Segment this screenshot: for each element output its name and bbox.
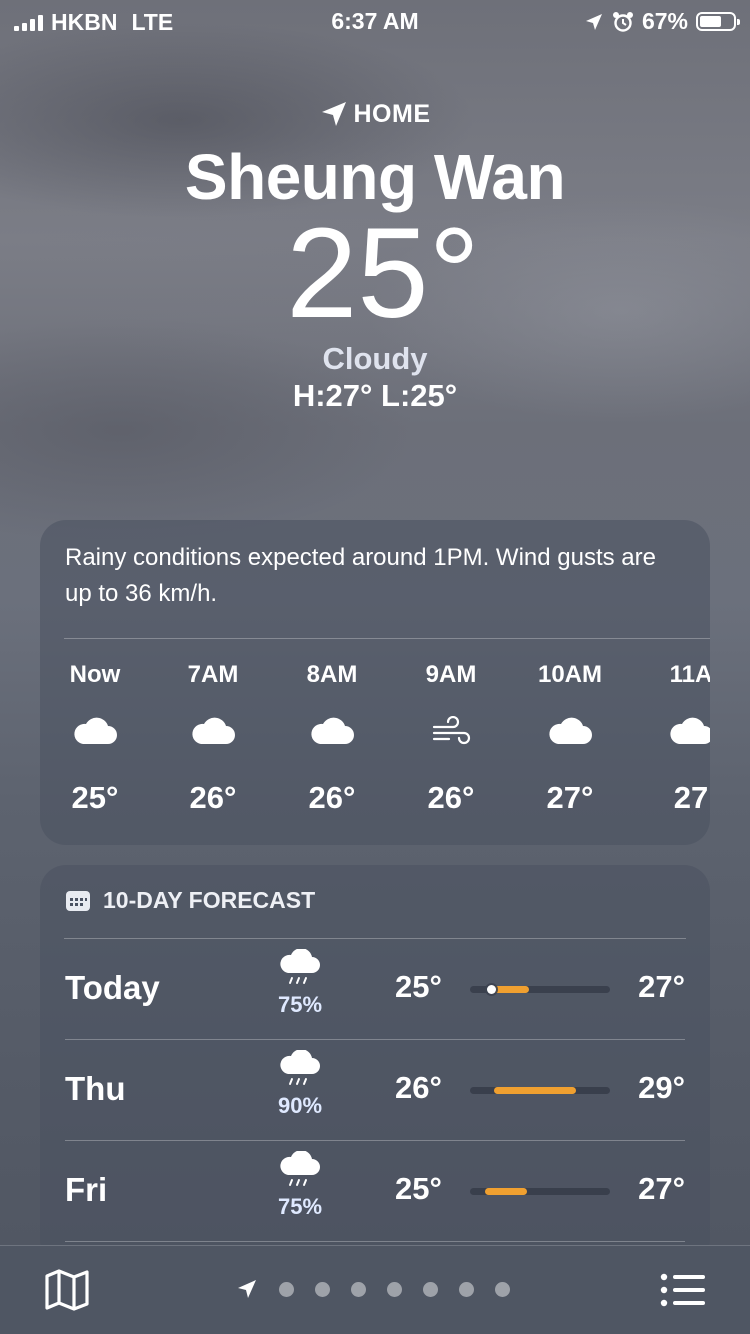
- forecast-row[interactable]: Fri 75% 25° 27°: [65, 1141, 685, 1242]
- page-indicator[interactable]: [236, 1278, 510, 1300]
- precip-block: 75%: [255, 948, 345, 1018]
- divider: [64, 638, 710, 639]
- bottom-toolbar: [0, 1245, 750, 1334]
- home-label: HOME: [353, 99, 431, 128]
- hour-temp: 26°: [308, 780, 356, 815]
- page-dot[interactable]: [315, 1281, 330, 1297]
- temp-range-track: [470, 1087, 610, 1094]
- hour-icon: [515, 716, 625, 756]
- high-temp: 27°: [638, 969, 685, 1004]
- precip-chance: 90%: [277, 1093, 323, 1118]
- location-arrow-icon: [585, 13, 602, 30]
- ten-day-forecast-header: 10-DAY FORECAST: [65, 887, 315, 914]
- temp-range-track: [470, 1188, 610, 1195]
- map-icon[interactable]: [44, 1269, 90, 1311]
- hour-icon: [636, 716, 710, 756]
- hour-item: 9AM 26°: [396, 660, 506, 816]
- low-temp: 26°: [395, 1070, 442, 1105]
- temp-range-bar: [493, 1087, 577, 1094]
- day-name: Thu: [65, 1070, 126, 1107]
- precip-chance: 75%: [277, 1194, 323, 1219]
- home-location-label: HOME: [0, 95, 750, 133]
- divider: [65, 1241, 685, 1242]
- current-temperature-value: 25°: [286, 202, 480, 345]
- hour-label: 7AM: [187, 661, 239, 688]
- hour-label: 11A: [669, 661, 710, 688]
- precip-block: 75%: [255, 1150, 345, 1220]
- current-temp-marker: [486, 985, 496, 994]
- wind-icon: [432, 716, 471, 745]
- temp-range-bar: [485, 1188, 528, 1195]
- current-weather: HOME Sheung Wan 25° Cloudy H:27° L:25°: [0, 95, 750, 415]
- battery-percent: 67%: [641, 8, 688, 34]
- hour-temp: 25°: [71, 780, 119, 815]
- location-arrow-icon: [321, 102, 346, 126]
- cloud-icon: [74, 717, 117, 744]
- cloud-icon: [311, 717, 354, 744]
- forecast-row[interactable]: Today 75% 25° 27°: [65, 939, 685, 1040]
- cloud-rain-icon: [280, 948, 320, 984]
- hour-temp: 27°: [546, 780, 594, 815]
- hour-icon: [277, 716, 387, 756]
- forecast-row[interactable]: Thu 90% 26° 29°: [65, 1040, 685, 1141]
- day-name: Today: [65, 969, 160, 1006]
- hour-label: 8AM: [306, 661, 358, 688]
- cloud-icon: [192, 717, 235, 744]
- hour-icon: [396, 716, 506, 756]
- hour-label: Now: [69, 661, 121, 688]
- temp-range-track: [470, 985, 610, 994]
- condition-text: Cloudy: [322, 341, 428, 376]
- hour-temp: 26°: [189, 780, 237, 815]
- calendar-icon: [66, 890, 90, 911]
- page-dot[interactable]: [387, 1281, 402, 1297]
- page-dot[interactable]: [279, 1281, 294, 1297]
- hour-item: Now 25°: [40, 660, 150, 816]
- current-temperature: 25°: [0, 210, 750, 338]
- hour-icon: [40, 716, 150, 756]
- low-temp: 25°: [395, 1171, 442, 1206]
- ten-day-forecast-title: 10-DAY FORECAST: [103, 887, 316, 913]
- high-temp: 27°: [638, 1171, 685, 1206]
- hour-label: 10AM: [537, 661, 603, 688]
- list-icon[interactable]: [660, 1273, 706, 1307]
- location-arrow-icon[interactable]: [236, 1278, 258, 1300]
- cloud-rain-icon: [280, 1049, 320, 1085]
- hour-item: 8AM 26°: [277, 660, 387, 816]
- cloud-icon: [670, 717, 710, 744]
- battery-icon: [696, 12, 740, 31]
- cloud-icon: [549, 717, 592, 744]
- day-name: Fri: [65, 1171, 108, 1208]
- hour-item: 7AM 26°: [158, 660, 268, 816]
- cloud-rain-icon: [280, 1150, 320, 1186]
- status-right: 67%: [584, 8, 740, 35]
- hour-temp: 27: [673, 780, 709, 815]
- page-dot[interactable]: [423, 1281, 438, 1297]
- forecast-summary: Rainy conditions expected around 1PM. Wi…: [65, 544, 656, 607]
- alarm-icon: [612, 11, 633, 32]
- page-dot[interactable]: [495, 1281, 510, 1297]
- hour-item: 11A 27: [636, 660, 710, 816]
- ten-day-forecast-card[interactable]: 10-DAY FORECAST Today 75% 25° 27° Thu 90% 26° 2…: [40, 865, 710, 1265]
- precip-chance: 75%: [277, 992, 323, 1017]
- temp-range-bar: [491, 986, 529, 993]
- hour-temp: 26°: [427, 780, 475, 815]
- low-temp: 25°: [395, 969, 442, 1004]
- high-low-text: H:27° L:25°: [292, 378, 458, 413]
- precip-block: 90%: [255, 1049, 345, 1119]
- page-dot[interactable]: [459, 1281, 474, 1297]
- page-dot[interactable]: [351, 1281, 366, 1297]
- hour-item: 10AM 27°: [515, 660, 625, 816]
- status-bar: HKBN LTE 6:37 AM 67%: [0, 0, 750, 40]
- hourly-forecast-card[interactable]: Rainy conditions expected around 1PM. Wi…: [40, 520, 710, 845]
- hour-label: 9AM: [425, 661, 477, 688]
- high-temp: 29°: [638, 1070, 685, 1105]
- hour-icon: [158, 716, 268, 756]
